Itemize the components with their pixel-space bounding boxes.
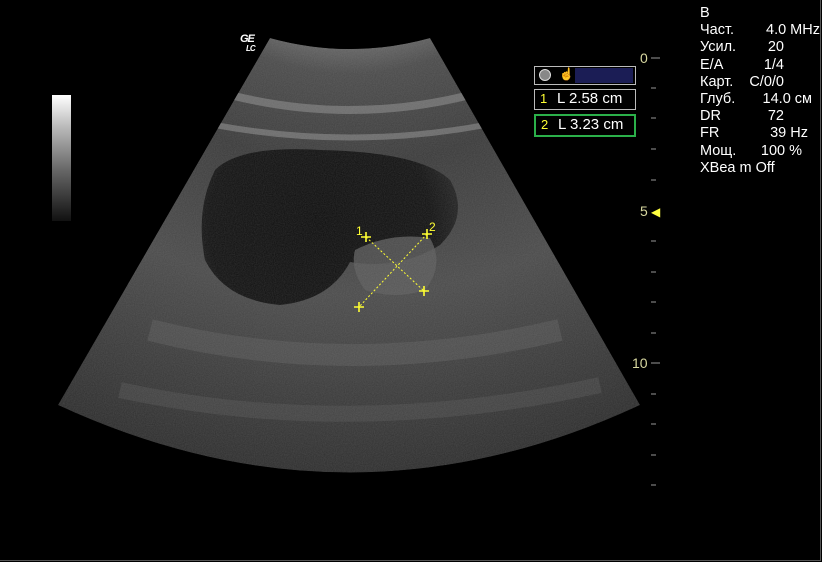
- param-value: 1/4: [763, 56, 784, 73]
- measurement-row-2[interactable]: 2 L 3.23 cm: [534, 114, 636, 137]
- param-row: B: [700, 5, 820, 22]
- param-value: 14.0 cм: [762, 90, 812, 107]
- param-value: 100 %: [760, 142, 802, 159]
- param-label: Усил.: [700, 39, 737, 56]
- param-value: 72: [767, 108, 784, 125]
- param-row: Усил. 20: [700, 39, 784, 56]
- param-row: Глуб. 14.0 cм: [700, 91, 812, 108]
- param-value: 4.0 MHz: [766, 22, 820, 39]
- grayscale-bar: [52, 95, 71, 221]
- param-xbeam: XBea m Off: [700, 159, 775, 176]
- caliper-label-2: 2: [429, 220, 436, 234]
- depth-label-0: 0: [640, 50, 648, 66]
- param-label: Част.: [700, 22, 735, 39]
- focus-marker-icon[interactable]: ◀: [651, 205, 660, 219]
- circle-marker-icon[interactable]: [539, 69, 551, 81]
- param-value: 20: [767, 39, 784, 56]
- param-label: E/A: [700, 56, 724, 73]
- param-row: DR 72: [700, 108, 784, 125]
- param-label: Мощ.: [700, 142, 737, 159]
- ge-logo: GE LC: [240, 34, 256, 54]
- param-label: FR: [700, 125, 720, 142]
- depth-label-5: 5: [640, 203, 648, 219]
- scan-sector: [58, 38, 640, 473]
- acquisition-parameters: B Част. 4.0 MHz Усил. 20 E/A 1/4 Карт. C…: [700, 5, 820, 177]
- param-mode: B: [700, 5, 710, 21]
- param-label: DR: [700, 108, 721, 125]
- param-row: E/A 1/4: [700, 57, 784, 74]
- param-label: Глуб.: [700, 90, 736, 107]
- param-row: Част. 4.0 MHz: [700, 22, 820, 39]
- param-row: XBea m Off: [700, 160, 810, 177]
- ultrasound-image: 1 2: [58, 38, 660, 486]
- measurement-panel-header[interactable]: ☝: [534, 66, 636, 85]
- param-row: Мощ. 100 %: [700, 143, 802, 160]
- param-value: 39 Hz: [770, 125, 808, 142]
- measurement-index: 2: [541, 117, 549, 132]
- param-row: Карт. C/0/0: [700, 74, 784, 91]
- param-row: FR 39 Hz: [700, 125, 808, 142]
- param-value: C/0/0: [749, 73, 784, 90]
- ultrasound-screen: 1 2 GE LC 0 5 ◀ 10 ☝ 1 L 2.58 cm 2 L 3.2…: [0, 0, 821, 561]
- depth-label-10: 10: [632, 355, 648, 371]
- depth-scale-ticks: [651, 57, 660, 486]
- measurement-value: L 3.23 cm: [558, 116, 624, 133]
- measurement-value: L 2.58 cm: [557, 90, 623, 107]
- logo-sub: LC: [246, 44, 256, 53]
- measurement-index: 1: [540, 91, 548, 106]
- measurement-header-selection: [575, 68, 633, 83]
- caliper-label-1: 1: [356, 224, 363, 238]
- pointer-icon[interactable]: ☝: [559, 67, 574, 81]
- param-label: Карт.: [700, 73, 734, 90]
- measurement-row-1[interactable]: 1 L 2.58 cm: [534, 89, 636, 110]
